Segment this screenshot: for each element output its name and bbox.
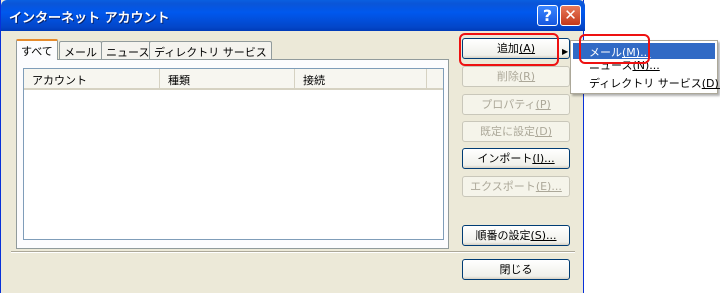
add-button-label: 追加 bbox=[496, 42, 519, 55]
remove-button[interactable]: 削除(R) bbox=[462, 66, 570, 87]
add-button-key: (A) bbox=[518, 42, 536, 55]
column-header-account[interactable]: アカウント bbox=[24, 69, 160, 88]
menu-item-key: (N)... bbox=[632, 59, 660, 72]
tab-news[interactable]: ニュース bbox=[101, 41, 155, 59]
set-default-button-label: 既定に設定 bbox=[479, 125, 535, 138]
properties-button-label: プロパティ bbox=[481, 98, 536, 111]
add-account-menu: メール(M)... ニュース(N)... ディレクトリ サービス(D)... bbox=[570, 40, 720, 94]
set-order-button-key: (S)... bbox=[530, 229, 557, 242]
internet-accounts-dialog: インターネット アカウント ? ✕ すべて メール ニュース ディレクトリ サー… bbox=[0, 0, 585, 293]
properties-button-key: (P) bbox=[535, 98, 551, 111]
column-header-connection[interactable]: 接続 bbox=[295, 69, 427, 88]
import-button-label: インポート bbox=[477, 152, 533, 165]
set-default-button[interactable]: 既定に設定(D) bbox=[462, 121, 570, 142]
tab-label: ディレクトリ サービス bbox=[154, 46, 267, 59]
set-default-button-key: (D) bbox=[534, 125, 553, 138]
menu-item-label: ニュース bbox=[589, 59, 633, 72]
export-button-key: (E)... bbox=[535, 180, 562, 193]
help-icon[interactable]: ? bbox=[537, 5, 558, 26]
title-bar[interactable]: インターネット アカウント ? ✕ bbox=[1, 0, 585, 31]
properties-button[interactable]: プロパティ(P) bbox=[462, 94, 570, 115]
accounts-list[interactable]: アカウント 種類 接続 bbox=[23, 68, 444, 240]
menu-item-directory-service[interactable]: ディレクトリ サービス(D)... bbox=[573, 74, 720, 90]
tab-label: メール bbox=[64, 46, 97, 59]
menu-item-news[interactable]: ニュース(N)... bbox=[573, 56, 715, 72]
export-button-label: エクスポート bbox=[470, 180, 536, 193]
close-button[interactable]: 閉じる bbox=[462, 259, 570, 280]
list-header: アカウント 種類 接続 bbox=[24, 69, 443, 90]
set-order-button-label: 順番の設定 bbox=[475, 229, 531, 242]
tab-directory-service[interactable]: ディレクトリ サービス bbox=[149, 41, 272, 59]
close-button-label: 閉じる bbox=[499, 263, 533, 276]
export-button[interactable]: エクスポート(E)... bbox=[462, 176, 570, 197]
menu-item-label: ディレクトリ サービス bbox=[589, 77, 702, 90]
import-button-key: (I)... bbox=[532, 152, 555, 165]
submenu-arrow-icon: ▶ bbox=[562, 47, 569, 56]
menu-item-key: (D)... bbox=[701, 77, 720, 90]
remove-button-key: (R) bbox=[518, 70, 536, 83]
tab-all[interactable]: すべて bbox=[16, 39, 58, 60]
separator bbox=[11, 251, 575, 253]
tab-label: すべて bbox=[21, 45, 53, 58]
set-order-button[interactable]: 順番の設定(S)... bbox=[462, 225, 570, 246]
tab-mail[interactable]: メール bbox=[59, 41, 102, 59]
import-button[interactable]: インポート(I)... bbox=[462, 148, 570, 169]
add-button[interactable]: 追加(A) bbox=[462, 38, 570, 59]
column-header-type[interactable]: 種類 bbox=[160, 69, 295, 88]
tab-label: ニュース bbox=[106, 46, 150, 59]
remove-button-label: 削除 bbox=[496, 70, 519, 83]
window-title: インターネット アカウント bbox=[9, 11, 170, 26]
close-icon[interactable]: ✕ bbox=[560, 5, 581, 26]
